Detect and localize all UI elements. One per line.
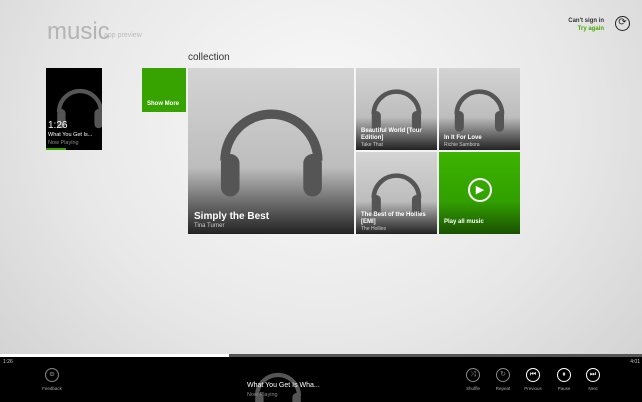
previous-icon: ⏮ <box>526 368 540 382</box>
next-button[interactable]: ⏭ Next <box>578 368 608 391</box>
album-artist: Tina Turner <box>194 223 225 229</box>
next-label: Next <box>588 386 598 391</box>
signin-status: Can't sign in Try again <box>568 17 604 33</box>
show-more-label: Show More <box>147 101 180 107</box>
show-more-tile[interactable]: Show More <box>142 68 186 112</box>
shuffle-button[interactable]: ⤨ Shuffle <box>458 368 488 391</box>
player-now-playing[interactable]: What You Get Is Wha... Now Playing <box>243 360 323 402</box>
album-title: In It For Love <box>444 135 482 141</box>
try-again-link[interactable]: Try again <box>568 25 604 33</box>
album-tile[interactable]: In It For Love Richie Sambora <box>439 68 520 150</box>
signin-status-text: Can't sign in <box>568 18 604 24</box>
play-all-tile[interactable]: ▶ Play all music <box>439 152 520 234</box>
collection-heading[interactable]: collection <box>188 52 230 63</box>
previous-button[interactable]: ⏮ Previous <box>518 368 548 391</box>
player-status: Now Playing <box>247 392 278 398</box>
album-tile[interactable]: Simply the Best Tina Turner <box>188 68 354 234</box>
now-playing-time: 1:26 <box>48 120 68 131</box>
app-title: music <box>47 18 110 45</box>
album-title: The Best of the Hollies [EMI] <box>361 212 426 225</box>
album-tile[interactable]: The Best of the Hollies [EMI] The Hollies <box>356 152 437 234</box>
smiley-icon: ☺ <box>45 368 59 382</box>
next-icon: ⏭ <box>586 368 600 382</box>
play-icon: ▶ <box>468 178 492 202</box>
now-playing-progress <box>46 148 67 150</box>
album-artist: Richie Sambora <box>444 142 480 148</box>
album-title: Simply the Best <box>194 211 270 222</box>
album-tile[interactable]: Beautiful World [Tour Edition] Take That <box>356 68 437 150</box>
app-subtitle: app preview <box>104 32 142 39</box>
sync-icon[interactable]: ⟳ <box>615 16 630 31</box>
previous-label: Previous <box>524 386 542 391</box>
pause-label: Pause <box>557 386 571 391</box>
shuffle-label: Shuffle <box>466 386 480 391</box>
now-playing-tile[interactable]: 1:26 What You Get Is... Now Playing <box>46 68 102 150</box>
album-artist: Take That <box>361 142 383 148</box>
headphones-icon <box>447 75 512 141</box>
now-playing-track: What You Get Is... <box>48 132 93 138</box>
pause-button[interactable]: ⏸ Pause <box>549 368 579 391</box>
duration-time: 4:01 <box>630 359 640 365</box>
player-track: What You Get Is Wha... <box>247 382 320 389</box>
repeat-icon: ↻ <box>496 368 510 382</box>
shuffle-icon: ⤨ <box>466 368 480 382</box>
feedback-label: Feedback <box>42 386 62 391</box>
album-artist: The Hollies <box>361 226 387 232</box>
elapsed-time: 1:26 <box>3 359 13 365</box>
feedback-button[interactable]: ☺ Feedback <box>37 368 67 391</box>
progress-fill <box>0 354 230 357</box>
album-title: Beautiful World [Tour Edition] <box>361 128 422 141</box>
repeat-label: Repeat <box>495 386 511 391</box>
headphones-icon <box>205 81 338 214</box>
repeat-button[interactable]: ↻ Repeat <box>488 368 518 391</box>
pause-icon: ⏸ <box>557 368 571 382</box>
play-all-label: Play all music <box>444 219 484 225</box>
now-playing-label: Now Playing <box>48 140 79 146</box>
